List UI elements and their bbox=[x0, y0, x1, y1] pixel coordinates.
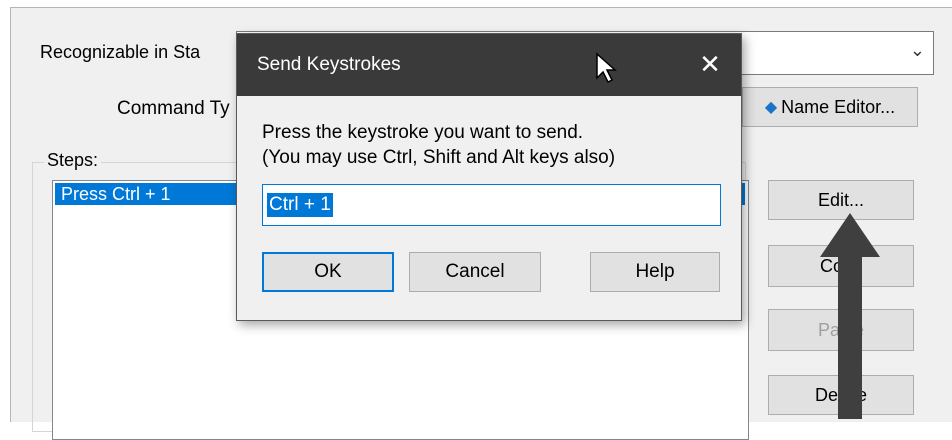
instruction-line-2: (You may use Ctrl, Shift and Alt keys al… bbox=[262, 147, 616, 168]
diamond-icon: ◆ bbox=[764, 99, 778, 116]
keystroke-input-value: Ctrl + 1 bbox=[267, 193, 333, 217]
name-editor-label: Name Editor... bbox=[781, 96, 896, 117]
mouse-cursor-icon bbox=[596, 52, 617, 84]
send-keystrokes-dialog: Send Keystrokes ✕ Press the keystroke yo… bbox=[236, 33, 742, 321]
instruction-line-1: Press the keystroke you want to send. bbox=[262, 122, 584, 143]
keystroke-input[interactable]: Ctrl + 1 bbox=[262, 184, 721, 226]
cancel-button[interactable]: Cancel bbox=[409, 252, 541, 292]
dialog-title: Send Keystrokes bbox=[257, 54, 401, 75]
help-button[interactable]: Help bbox=[590, 252, 720, 292]
up-arrow-icon bbox=[820, 213, 880, 419]
ok-button[interactable]: OK bbox=[262, 252, 394, 292]
recognizable-label: Recognizable in Sta bbox=[40, 42, 201, 62]
command-type-label: Command Ty bbox=[117, 98, 230, 119]
steps-label: Steps: bbox=[44, 150, 102, 171]
dialog-titlebar[interactable]: Send Keystrokes ✕ bbox=[237, 34, 741, 96]
chevron-down-icon[interactable]: ⌄ bbox=[910, 40, 925, 61]
name-editor-button[interactable]: ◆ Name Editor... bbox=[742, 87, 918, 127]
close-icon[interactable]: ✕ bbox=[690, 44, 730, 84]
